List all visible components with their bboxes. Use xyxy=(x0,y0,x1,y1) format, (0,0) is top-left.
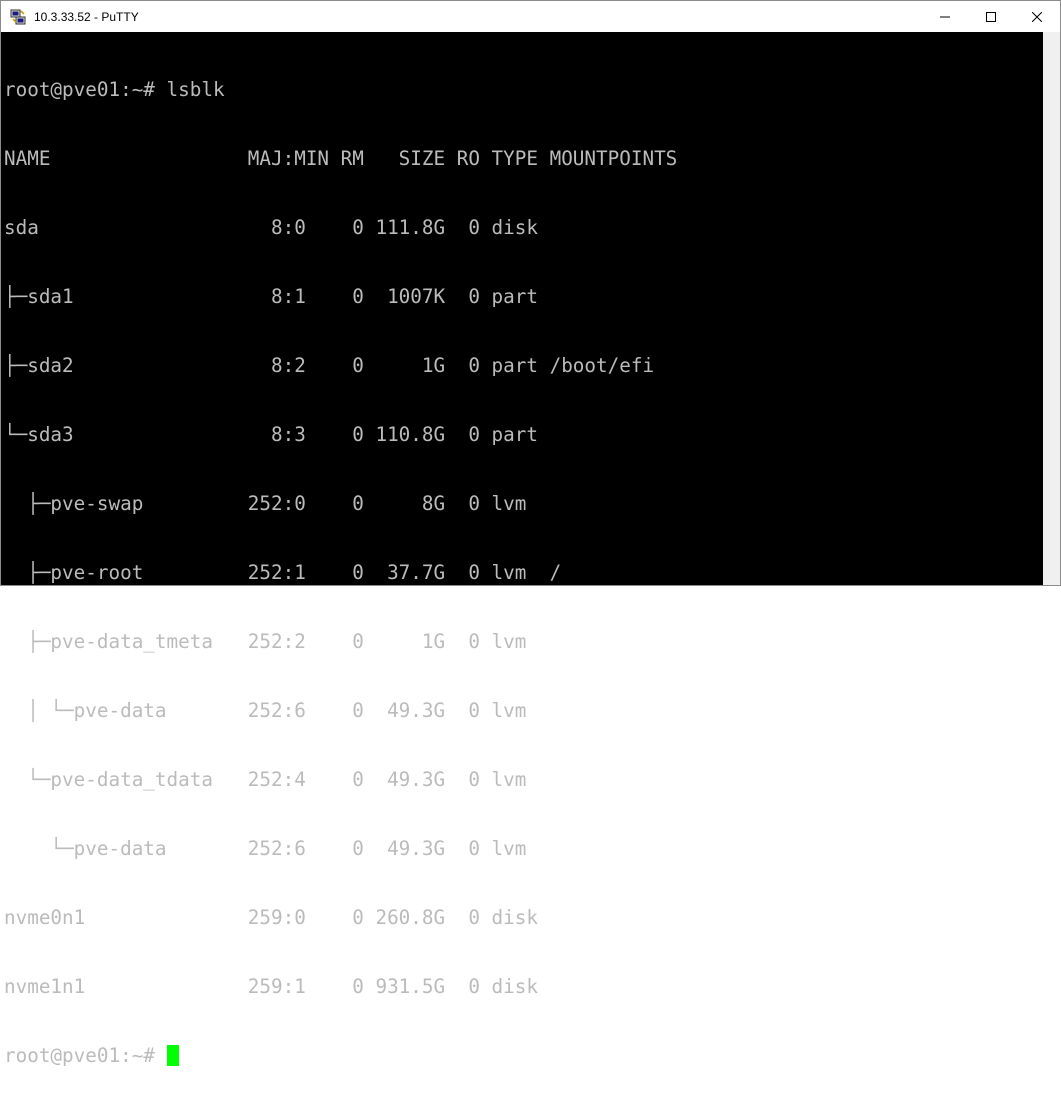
terminal-line: ├─pve-data_tmeta 252:2 0 1G 0 lvm xyxy=(4,630,527,653)
close-button[interactable] xyxy=(1014,1,1060,32)
putty-window: 10.3.33.52 - PuTTY root@pve01:~# lsblk N… xyxy=(0,0,1061,1067)
terminal-line: NAME MAJ:MIN RM SIZE RO TYPE MOUNTPOINTS xyxy=(4,147,678,170)
terminal-line: └─pve-data 252:6 0 49.3G 0 lvm xyxy=(4,837,527,860)
minimize-icon xyxy=(940,16,950,17)
terminal-line: └─sda3 8:3 0 110.8G 0 part xyxy=(4,423,538,446)
terminal-line: ├─pve-root 252:1 0 37.7G 0 lvm / xyxy=(4,561,562,584)
terminal-line: ├─sda1 8:1 0 1007K 0 part xyxy=(4,285,538,308)
minimize-button[interactable] xyxy=(922,1,968,32)
close-icon xyxy=(1032,11,1042,22)
title-bar[interactable]: 10.3.33.52 - PuTTY xyxy=(1,1,1060,32)
terminal-output: root@pve01:~# lsblk NAME MAJ:MIN RM SIZE… xyxy=(4,32,677,1113)
terminal-screen[interactable]: root@pve01:~# lsblk NAME MAJ:MIN RM SIZE… xyxy=(1,32,1043,1067)
terminal-line: sda 8:0 0 111.8G 0 disk xyxy=(4,216,538,239)
prompt-line: root@pve01:~# xyxy=(4,1044,677,1067)
terminal-line: └─pve-data_tdata 252:4 0 49.3G 0 lvm xyxy=(4,768,527,791)
terminal-line: nvme0n1 259:0 0 260.8G 0 disk xyxy=(4,906,538,929)
terminal-line: nvme1n1 259:1 0 931.5G 0 disk xyxy=(4,975,538,998)
terminal-line: ├─sda2 8:2 0 1G 0 part /boot/efi xyxy=(4,354,655,377)
putty-icon[interactable] xyxy=(10,9,26,25)
window-controls xyxy=(922,1,1060,32)
text-cursor xyxy=(166,1045,179,1066)
window-title: 10.3.33.52 - PuTTY xyxy=(34,9,139,24)
terminal-line: ├─pve-swap 252:0 0 8G 0 lvm xyxy=(4,492,527,515)
terminal-scrollbar[interactable] xyxy=(1043,32,1060,585)
terminal-line: root@pve01:~# lsblk xyxy=(4,78,225,101)
shell-prompt: root@pve01:~# xyxy=(4,1044,155,1067)
maximize-icon xyxy=(986,11,996,22)
maximize-button[interactable] xyxy=(968,1,1014,32)
terminal-line: │ └─pve-data 252:6 0 49.3G 0 lvm xyxy=(4,699,527,722)
